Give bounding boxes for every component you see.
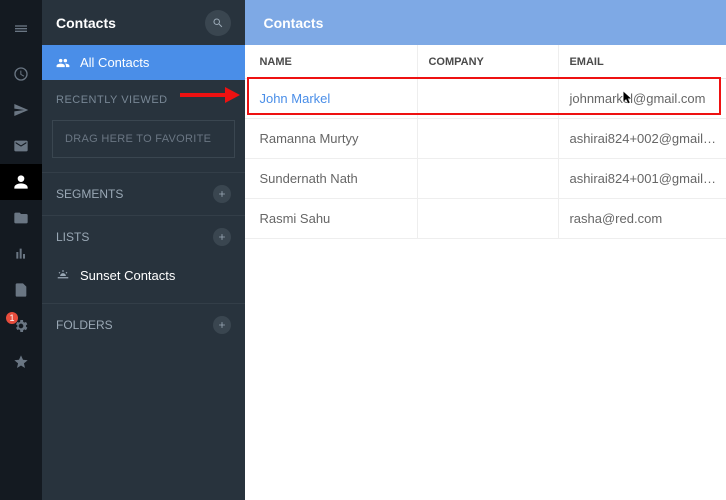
- cell-name: John Markel: [245, 91, 417, 106]
- main-panel: Contacts NAME COMPANY EMAIL John Markel …: [245, 0, 726, 500]
- sidebar-segments[interactable]: SEGMENTS: [42, 172, 245, 215]
- sidebar: Contacts All Contacts RECENTLY VIEWED DR…: [42, 0, 245, 500]
- segments-label: SEGMENTS: [56, 187, 123, 201]
- list-item-label: Sunset Contacts: [80, 268, 175, 283]
- settings-badge: 1: [6, 312, 18, 324]
- cell-email: rasha@red.com: [559, 211, 726, 226]
- lists-label: LISTS: [56, 230, 89, 244]
- add-list-icon[interactable]: [213, 228, 231, 246]
- search-icon[interactable]: [205, 10, 231, 36]
- main-header: Contacts: [245, 0, 726, 45]
- cell-name: Sundernath Nath: [245, 171, 417, 186]
- cell-email: johnmarkel@gmail.com: [559, 91, 726, 106]
- rail-star-icon[interactable]: [0, 344, 42, 380]
- table-row[interactable]: Ramanna Murtyy ashirai824+002@gmail…: [245, 119, 726, 159]
- cell-name: Ramanna Murtyy: [245, 131, 417, 146]
- rail-settings-icon[interactable]: 1: [0, 308, 42, 344]
- rail-clock-icon[interactable]: [0, 56, 42, 92]
- folders-label: FOLDERS: [56, 318, 113, 332]
- col-header-name[interactable]: NAME: [245, 56, 417, 68]
- add-folder-icon[interactable]: [213, 316, 231, 334]
- recently-viewed-label: RECENTLY VIEWED: [42, 80, 245, 116]
- sunset-icon: [56, 269, 70, 283]
- rail-chart-icon[interactable]: [0, 236, 42, 272]
- table-header: NAME COMPANY EMAIL: [245, 45, 726, 79]
- cell-email: ashirai824+002@gmail…: [559, 131, 726, 146]
- sidebar-title: Contacts: [56, 15, 116, 31]
- col-header-email[interactable]: EMAIL: [559, 56, 726, 68]
- sidebar-lists[interactable]: LISTS: [42, 215, 245, 258]
- add-segment-icon[interactable]: [213, 185, 231, 203]
- table-row[interactable]: Sundernath Nath ashirai824+001@gmail…: [245, 159, 726, 199]
- col-header-company[interactable]: COMPANY: [418, 56, 558, 68]
- favorite-dropzone[interactable]: DRAG HERE TO FAVORITE: [52, 120, 235, 158]
- icon-rail: 1: [0, 0, 42, 500]
- sidebar-folders[interactable]: FOLDERS: [42, 303, 245, 346]
- rail-contacts-icon[interactable]: [0, 164, 42, 200]
- app-root: 1 Contacts All Contacts RECENTLY VIEWED …: [0, 0, 726, 500]
- rail-folder-icon[interactable]: [0, 200, 42, 236]
- cell-email: ashirai824+001@gmail…: [559, 171, 726, 186]
- table-row[interactable]: John Markel johnmarkel@gmail.com: [245, 79, 726, 119]
- main-title: Contacts: [263, 15, 323, 31]
- people-icon: [56, 56, 70, 70]
- cell-name: Rasmi Sahu: [245, 211, 417, 226]
- rail-doc-icon[interactable]: [0, 272, 42, 308]
- table-row[interactable]: Rasmi Sahu rasha@red.com: [245, 199, 726, 239]
- rail-send-icon[interactable]: [0, 92, 42, 128]
- sidebar-header: Contacts: [42, 0, 245, 45]
- sidebar-item-label: All Contacts: [80, 55, 149, 70]
- sidebar-item-all-contacts[interactable]: All Contacts: [42, 45, 245, 80]
- list-sunset-contacts[interactable]: Sunset Contacts: [42, 258, 245, 293]
- rail-logo-icon[interactable]: [0, 10, 42, 46]
- rail-mail-icon[interactable]: [0, 128, 42, 164]
